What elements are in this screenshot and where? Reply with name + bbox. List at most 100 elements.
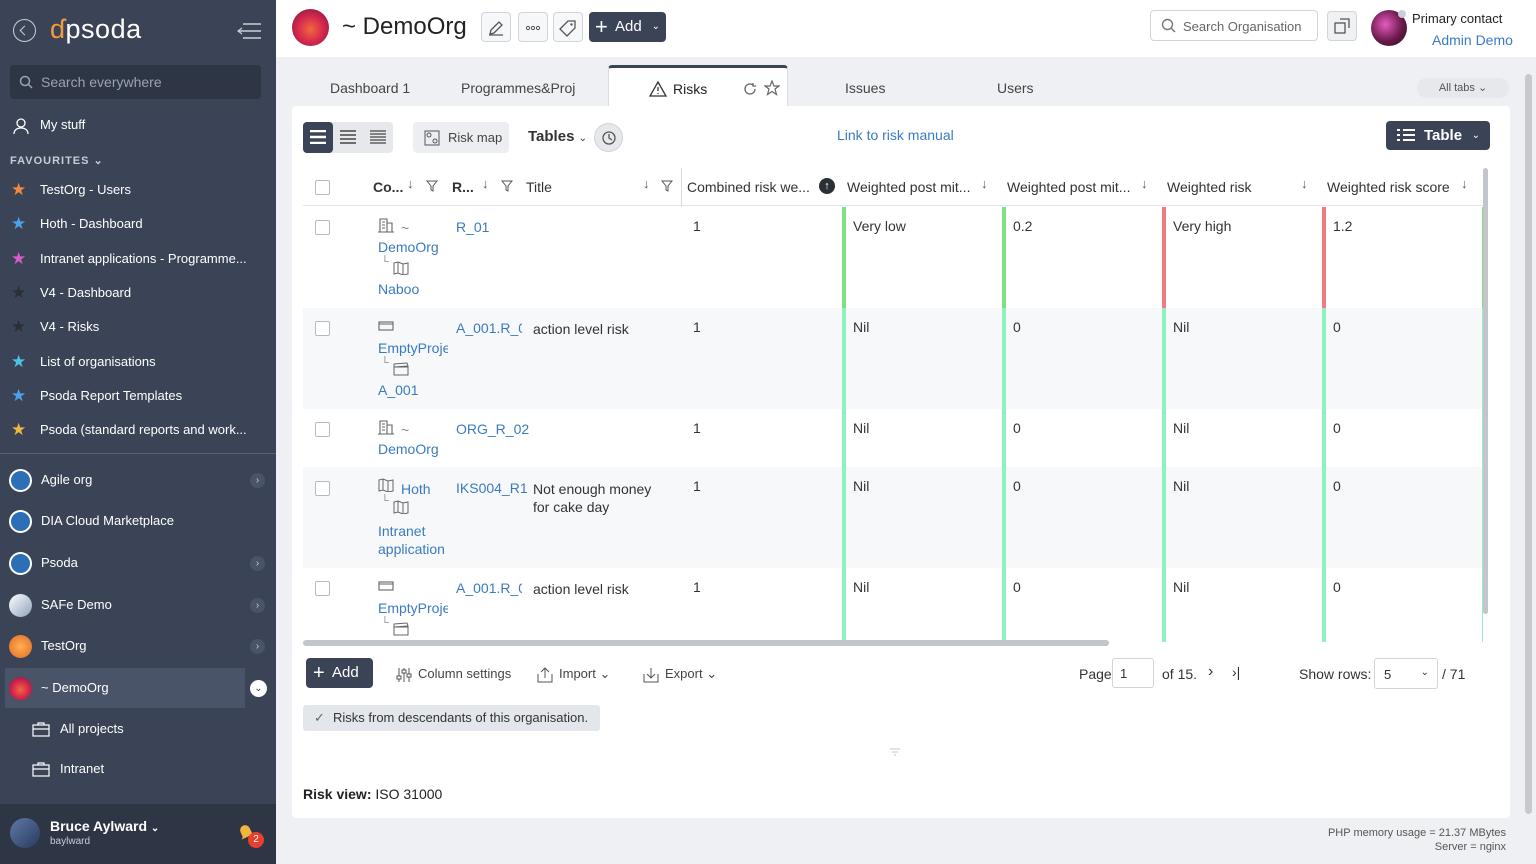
column-header-weighted-risk[interactable]: Weighted risk	[1167, 179, 1252, 195]
row-sub-link[interactable]: A_001	[378, 382, 418, 398]
sidebar-favourite-item[interactable]: ★ List of organisations	[0, 345, 276, 379]
sort-ascending-icon[interactable]: ↑	[819, 178, 835, 194]
org-safe-demo[interactable]: SAFe Demo ›	[0, 585, 276, 625]
row-co-link[interactable]: DemoOrg	[378, 441, 439, 457]
chevron-down-icon[interactable]: ⌄	[250, 680, 267, 697]
search-organisation-input[interactable]: Search Organisation	[1150, 10, 1318, 41]
sidebar-favourite-item[interactable]: ★ V4 - Risks	[0, 310, 276, 344]
import-button[interactable]: Import ⌄	[537, 666, 610, 683]
row-risk-id-link[interactable]: R_01	[456, 219, 489, 235]
row-risk-id-link[interactable]: IKS004_R1	[456, 480, 528, 496]
favourites-header[interactable]: FAVOURITES ⌄	[10, 154, 104, 167]
edit-button[interactable]	[481, 12, 511, 42]
row-risk-id-link[interactable]: A_001.R_0	[456, 580, 522, 596]
row-checkbox[interactable]	[315, 220, 330, 235]
risk-map-button[interactable]: Risk map	[413, 122, 509, 153]
star-icon[interactable]	[764, 80, 780, 96]
add-risk-button[interactable]: + Add	[306, 658, 373, 688]
table-row[interactable]	[303, 409, 1483, 467]
row-sub-link[interactable]: Intranet	[378, 523, 425, 539]
density-medium-button[interactable]	[333, 122, 363, 153]
column-header-title[interactable]: Title	[526, 179, 552, 195]
filter-icon[interactable]	[661, 180, 673, 192]
chevron-right-icon[interactable]: ›	[250, 639, 265, 654]
org-agile-org[interactable]: Agile org ›	[0, 460, 276, 500]
row-checkbox[interactable]	[315, 581, 330, 596]
chevron-right-icon[interactable]: ›	[250, 556, 265, 571]
contact-name-link[interactable]: Admin Demo	[1432, 32, 1513, 48]
add-button[interactable]: + Add ⌄	[589, 12, 666, 42]
sidebar-favourite-item[interactable]: ★ Psoda (standard reports and work...	[0, 413, 276, 447]
column-header-co[interactable]: Co...	[373, 179, 403, 195]
sort-icon[interactable]: ↓	[482, 176, 489, 191]
refresh-button[interactable]	[594, 123, 623, 152]
user-profile[interactable]: Bruce Aylward ⌄ baylward	[0, 804, 276, 864]
back-icon[interactable]	[13, 19, 36, 42]
collapse-menu-icon[interactable]	[237, 22, 263, 40]
row-risk-id-link[interactable]: A_001.R_0	[456, 320, 522, 336]
psoda-logo[interactable]: ɗpsoda	[50, 14, 142, 45]
sidebar-favourite-item[interactable]: ★ Hoth - Dashboard	[0, 207, 276, 241]
sidebar-favourite-item[interactable]: ★ Intranet applications - Programme...	[0, 242, 276, 276]
page-scrollbar[interactable]	[1525, 74, 1532, 814]
row-co-link[interactable]: DemoOrg	[378, 239, 439, 255]
switch-button[interactable]	[1327, 11, 1357, 41]
tab-issues[interactable]: Issues	[845, 80, 885, 96]
sort-icon[interactable]: ↓	[981, 176, 988, 191]
sidebar-item-intranet[interactable]: Intranet	[0, 751, 276, 787]
density-small-button[interactable]	[363, 122, 393, 153]
risk-manual-link[interactable]: Link to risk manual	[837, 127, 954, 143]
column-header-combined[interactable]: Combined risk we...	[687, 179, 813, 195]
sidebar-item-all-projects[interactable]: All projects	[0, 711, 276, 747]
org-psoda[interactable]: Psoda ›	[0, 543, 276, 583]
chevron-right-icon[interactable]: ›	[250, 598, 265, 613]
page-number-input[interactable]: 1	[1112, 658, 1154, 688]
more-button[interactable]	[518, 12, 548, 42]
column-header-wpm1[interactable]: Weighted post mit...	[847, 179, 970, 195]
chevron-right-icon[interactable]: ›	[250, 473, 265, 488]
resize-handle-icon[interactable]	[889, 748, 901, 756]
sidebar-favourite-item[interactable]: ★ V4 - Dashboard	[0, 276, 276, 310]
sidebar-item-my-stuff[interactable]: My stuff	[0, 108, 276, 142]
tab-risks[interactable]: Risks	[608, 65, 788, 107]
org-dia-cloud[interactable]: DIA Cloud Marketplace	[0, 501, 276, 541]
next-page-icon[interactable]: ›	[1208, 663, 1213, 681]
vertical-scrollbar[interactable]	[1483, 168, 1488, 614]
org-testorg[interactable]: TestOrg ›	[0, 626, 276, 666]
density-large-button[interactable]	[303, 122, 333, 153]
refresh-icon[interactable]	[743, 82, 758, 97]
sort-icon[interactable]: ↓	[1461, 176, 1468, 191]
sort-icon[interactable]: ↓	[643, 176, 650, 191]
row-co-link[interactable]: EmptyProje	[378, 600, 448, 616]
row-co-link[interactable]: EmptyProje	[378, 340, 448, 356]
descendants-filter-chip[interactable]: ✓ Risks from descendants of this organis…	[303, 705, 600, 731]
row-co-link[interactable]: Hoth	[401, 481, 431, 497]
search-everywhere-input[interactable]: Search everywhere	[10, 65, 261, 99]
column-settings-button[interactable]: Column settings	[396, 666, 511, 682]
tab-dashboard[interactable]: Dashboard 1	[330, 80, 410, 96]
sort-icon[interactable]: ↓	[1141, 176, 1148, 191]
tab-users[interactable]: Users	[997, 80, 1034, 96]
sort-icon[interactable]: ↓	[1301, 176, 1308, 191]
tables-dropdown[interactable]: Tables ⌄	[528, 128, 587, 145]
table-view-dropdown[interactable]: Table ⌄	[1386, 121, 1490, 150]
sidebar-favourite-item[interactable]: ★ TestOrg - Users	[0, 173, 276, 207]
tag-button[interactable]	[553, 12, 583, 42]
filter-icon[interactable]	[426, 180, 438, 192]
select-all-checkbox[interactable]	[315, 180, 330, 195]
tab-programmes[interactable]: Programmes&Proj	[461, 80, 579, 96]
sort-icon[interactable]: ↓	[407, 176, 414, 191]
column-header-r[interactable]: R...	[452, 179, 474, 195]
rows-per-page-select[interactable]: 5 ⌄	[1374, 658, 1438, 689]
row-sub-link[interactable]: application	[378, 541, 445, 557]
column-header-weighted-score[interactable]: Weighted risk score	[1327, 179, 1450, 195]
row-checkbox[interactable]	[315, 481, 330, 496]
horizontal-scrollbar[interactable]	[303, 640, 1109, 646]
last-page-icon[interactable]: ›|	[1232, 664, 1240, 680]
row-sub-link[interactable]: Naboo	[378, 281, 419, 297]
row-checkbox[interactable]	[315, 422, 330, 437]
column-header-wpm2[interactable]: Weighted post mit...	[1007, 179, 1130, 195]
row-risk-id-link[interactable]: ORG_R_02	[456, 421, 529, 437]
filter-icon[interactable]	[501, 180, 513, 192]
org-demoorg[interactable]: ~ DemoOrg ⌄	[5, 668, 267, 708]
